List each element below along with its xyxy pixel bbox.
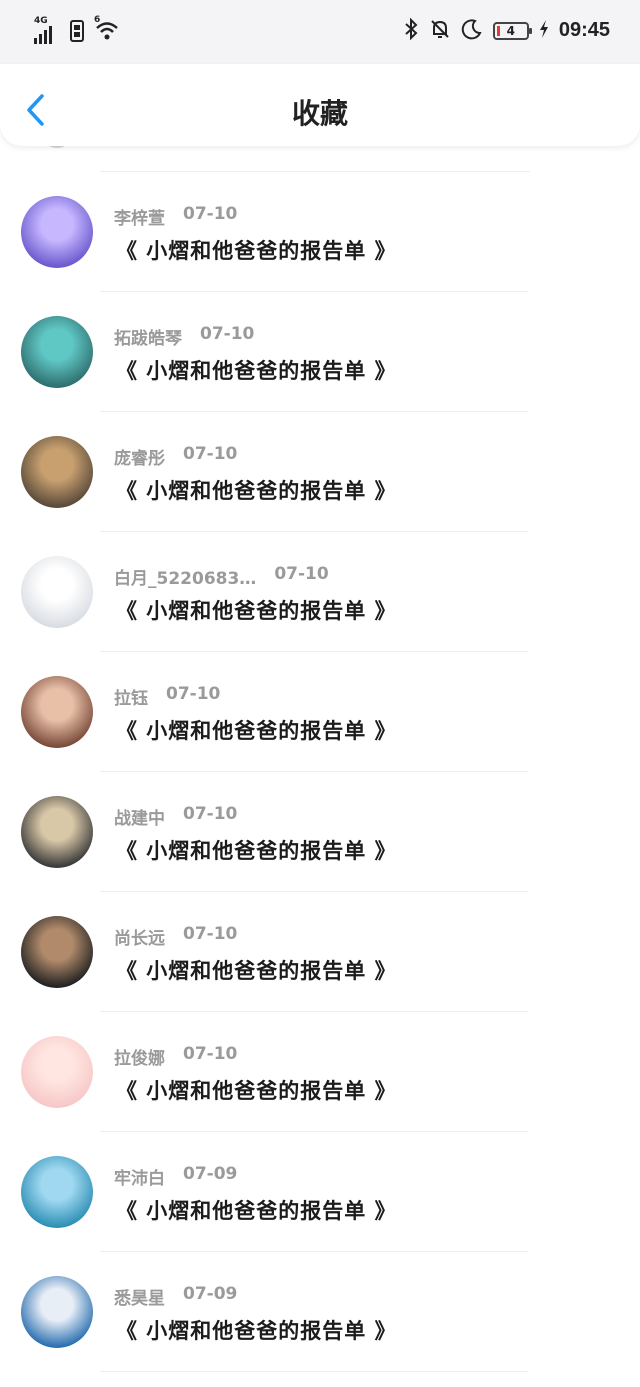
item-date: 07-10	[166, 684, 221, 704]
item-message[interactable]: 《 小熠和他爸爸的报告单 》	[116, 955, 397, 985]
item-meta: 悉昊星 07-09	[114, 1284, 237, 1309]
avatar[interactable]	[21, 196, 93, 268]
item-message[interactable]: 《 小熠和他爸爸的报告单 》	[116, 1195, 397, 1225]
avatar[interactable]	[21, 316, 93, 388]
item-message[interactable]: 《 小熠和他爸爸的报告单 》	[116, 595, 397, 625]
list-item[interactable]: 白月_5220683… 07-10 《 小熠和他爸爸的报告单 》	[0, 532, 640, 652]
page-title: 收藏	[291, 97, 348, 130]
battery-icon: 4	[492, 21, 532, 40]
item-date: 07-10	[183, 1044, 238, 1064]
item-date: 07-10	[183, 204, 238, 224]
cellular-signal-icon: 4G	[34, 16, 60, 44]
navigation-header: 收藏	[0, 64, 640, 146]
avatar[interactable]	[21, 1156, 93, 1228]
item-date: 07-10	[274, 564, 329, 584]
item-date: 07-10	[200, 324, 255, 344]
item-date: 07-10	[183, 804, 238, 824]
user-name: 悉昊星	[114, 1289, 165, 1309]
avatar[interactable]	[21, 556, 93, 628]
list-item[interactable]: 悉昊星 07-09 《 小熠和他爸爸的报告单 》	[0, 1252, 640, 1372]
item-message[interactable]: 《 小熠和他爸爸的报告单 》	[116, 1075, 397, 1105]
user-name: 庞睿彤	[114, 449, 165, 469]
item-message[interactable]: 《 小熠和他爸爸的报告单 》	[116, 355, 397, 385]
sim-card-icon	[70, 20, 84, 42]
item-meta: 拉俊娜 07-10	[114, 1044, 237, 1069]
avatar	[44, 146, 70, 148]
list-item[interactable]: 拉俊娜 07-10 《 小熠和他爸爸的报告单 》	[0, 1012, 640, 1132]
list-item[interactable]: 李梓萱 07-10 《 小熠和他爸爸的报告单 》	[0, 172, 640, 292]
status-bar: 4G 6 4 09:45	[0, 0, 640, 64]
user-name: 拓跋皓琴	[114, 329, 182, 349]
status-right: 4 09:45	[403, 17, 610, 43]
item-message[interactable]: 《 小熠和他爸爸的报告单 》	[116, 475, 397, 505]
list-item[interactable]: 尚长远 07-10 《 小熠和他爸爸的报告单 》	[0, 892, 640, 1012]
user-name: 李梓萱	[114, 209, 165, 229]
item-meta: 李梓萱 07-10	[114, 204, 237, 229]
bluetooth-icon	[403, 17, 419, 43]
list-item[interactable]: 牢沛白 07-09 《 小熠和他爸爸的报告单 》	[0, 1132, 640, 1252]
wifi-badge: 6	[94, 15, 101, 25]
item-date: 07-09	[183, 1284, 238, 1304]
item-meta: 尚长远 07-10	[114, 924, 237, 949]
list-item[interactable]: 拉钰 07-10 《 小熠和他爸爸的报告单 》	[0, 652, 640, 772]
user-name: 战建中	[114, 809, 165, 829]
wifi-icon: 6	[94, 15, 120, 44]
divider	[100, 1371, 528, 1372]
battery-level: 4	[506, 23, 516, 38]
item-meta: 战建中 07-10	[114, 804, 237, 829]
avatar[interactable]	[21, 1276, 93, 1348]
item-message[interactable]: 《 小熠和他爸爸的报告单 》	[116, 835, 397, 865]
item-date: 07-10	[183, 444, 238, 464]
user-name: 拉钰	[114, 689, 148, 709]
mute-bell-icon	[429, 18, 451, 43]
user-name: 牢沛白	[114, 1169, 165, 1189]
item-meta: 拓跋皓琴 07-10	[114, 324, 254, 349]
item-meta: 牢沛白 07-09	[114, 1164, 237, 1189]
list-item[interactable]: 拓跋皓琴 07-10 《 小熠和他爸爸的报告单 》	[0, 292, 640, 412]
item-date: 07-09	[183, 1164, 238, 1184]
user-name: 尚长远	[114, 929, 165, 949]
partial-list-item	[0, 146, 640, 172]
item-message[interactable]: 《 小熠和他爸爸的报告单 》	[116, 1315, 397, 1345]
avatar[interactable]	[21, 916, 93, 988]
user-name: 拉俊娜	[114, 1049, 165, 1069]
network-type-label: 4G	[34, 16, 48, 26]
avatar[interactable]	[21, 676, 93, 748]
avatar[interactable]	[21, 796, 93, 868]
item-message[interactable]: 《 小熠和他爸爸的报告单 》	[116, 715, 397, 745]
status-time: 09:45	[558, 19, 610, 41]
moon-icon	[461, 18, 483, 43]
list-item[interactable]: 庞睿彤 07-10 《 小熠和他爸爸的报告单 》	[0, 412, 640, 532]
item-message[interactable]: 《 小熠和他爸爸的报告单 》	[116, 235, 397, 265]
status-left: 4G 6	[34, 15, 120, 44]
item-date: 07-10	[183, 924, 238, 944]
avatar[interactable]	[21, 1036, 93, 1108]
charging-bolt-icon	[539, 19, 549, 42]
item-meta: 白月_5220683… 07-10	[114, 564, 329, 589]
list-item[interactable]: 战建中 07-10 《 小熠和他爸爸的报告单 》	[0, 772, 640, 892]
item-meta: 拉钰 07-10	[114, 684, 220, 709]
item-meta: 庞睿彤 07-10	[114, 444, 237, 469]
avatar[interactable]	[21, 436, 93, 508]
user-name: 白月_5220683…	[114, 569, 257, 589]
